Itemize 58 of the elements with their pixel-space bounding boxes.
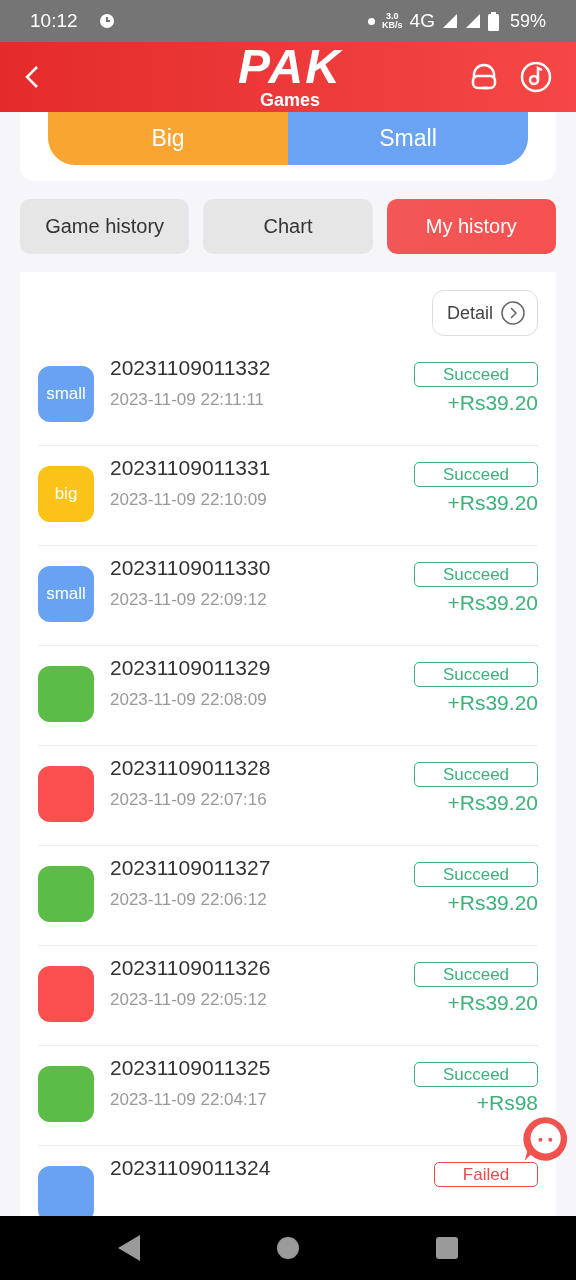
record-time: 2023-11-09 22:04:17 [110,1090,268,1110]
period-number: 20231109011328 [110,756,272,780]
notification-icon [98,13,115,29]
tab[interactable]: Game history [20,199,190,254]
status-tag: Failed [434,1162,538,1187]
chevron-icon [501,301,525,325]
period-number: 20231109011329 [110,656,272,680]
period-number: 20231109011331 [110,456,272,480]
home-nav-icon[interactable] [277,1237,299,1259]
tab[interactable]: Chart [203,199,373,254]
record-time: 2023-11-09 22:08:09 [110,690,268,710]
period-number: 20231109011332 [110,356,272,380]
amount-text: +Rs39.20 [447,491,538,515]
signal-icon [441,13,458,29]
period-number: 20231109011326 [110,956,272,980]
record-time: 2023-11-09 22:11:11 [110,390,266,410]
status-tag: Succeed [414,762,538,787]
status-tag: Succeed [414,462,538,487]
period-number: 20231109011327 [110,856,272,880]
record-time: 2023-11-09 22:10:09 [110,490,268,510]
status-tag: Succeed [414,662,538,687]
result-tile: small [38,566,94,622]
status-tag: Succeed [414,562,538,587]
battery-percent: 59% [509,10,546,32]
network-type: 4G [409,10,435,32]
period-number: 20231109011330 [110,556,272,580]
period-number: 20231109011324 [110,1156,272,1180]
amount-text: +Rs39.20 [447,591,538,615]
status-tag: Succeed [414,362,538,387]
record-time: 2023-11-09 22:05:12 [110,990,268,1010]
result-tile: big [38,466,94,522]
battery-icon [487,11,499,31]
clock-time: 10:12 [30,10,78,32]
logo-subtext: Games [259,90,320,110]
network-speed: 3.0 KB/s [382,12,403,30]
record-time: 2023-11-09 22:09:12 [110,590,268,610]
period-number: 20231109011325 [110,1056,272,1080]
amount-text: +Rs39.20 [447,891,538,915]
logo-text: PAK [238,44,342,90]
status-tag: Succeed [414,962,538,987]
amount-text: +Rs39.20 [447,391,538,415]
signal-icon [464,13,481,29]
result-tile: small [38,366,94,422]
back-nav-icon[interactable] [118,1235,141,1261]
recents-nav-icon[interactable] [435,1237,458,1259]
dot-icon [368,17,376,25]
status-tag: Succeed [414,862,538,887]
amount-text: +Rs39.20 [447,791,538,815]
chat-icon[interactable] [522,1116,568,1162]
amount-text: +Rs98 [476,1091,538,1115]
music-icon[interactable] [520,61,552,93]
amount-text: +Rs39.20 [447,691,538,715]
detail-button[interactable]: Detail [431,290,538,336]
record-time: 2023-11-09 22:06:12 [110,890,268,910]
back-icon[interactable] [24,65,40,89]
status-tag: Succeed [414,1062,538,1087]
amount-text: +Rs39.20 [447,991,538,1015]
record-time: 2023-11-09 22:07:16 [110,790,268,810]
